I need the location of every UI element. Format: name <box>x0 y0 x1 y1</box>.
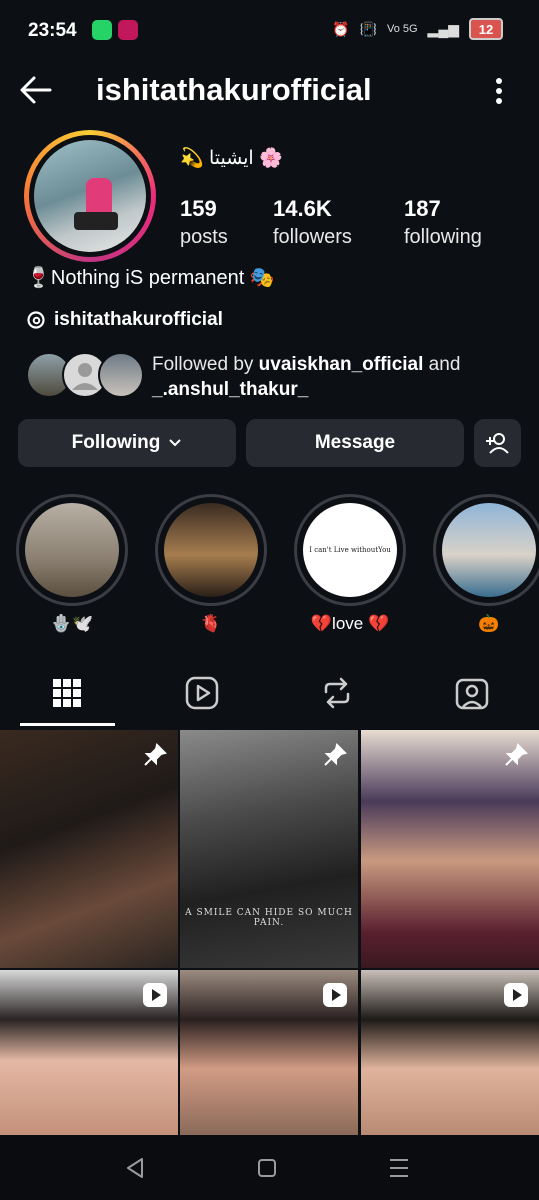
following-label: following <box>404 226 482 248</box>
highlight-cover <box>442 503 536 597</box>
highlight-caption: 💔love 💔 <box>310 614 390 633</box>
story-highlight[interactable]: 🫀 <box>155 494 267 634</box>
status-bar: 23:54 ⏰ 📳 Vo 5G ▂▄▆ 12 <box>0 0 539 62</box>
profile-username: ishitathakurofficial <box>96 72 372 107</box>
posts-count: 159 <box>180 196 217 221</box>
message-button-label: Message <box>314 432 396 453</box>
story-highlight[interactable]: 🪬🕊️ <box>16 494 128 634</box>
highlight-cover: I can't Live withoutYou <box>303 503 397 597</box>
highlight-cover <box>25 503 119 597</box>
app-notification-icon <box>118 20 138 40</box>
posts-stat[interactable]: 159 posts <box>180 196 228 249</box>
profile-avatar[interactable] <box>24 130 156 262</box>
grid-post[interactable] <box>361 730 539 968</box>
story-highlight[interactable]: 🎃 <box>433 494 539 634</box>
system-nav-bar <box>0 1135 539 1200</box>
back-nav-icon[interactable] <box>120 1155 150 1181</box>
profile-tabs <box>0 664 539 726</box>
grid-post[interactable] <box>0 730 178 968</box>
mutual-followers-avatars[interactable] <box>26 352 146 398</box>
more-options-icon[interactable] <box>489 76 509 106</box>
grid-post[interactable] <box>180 970 358 1135</box>
repost-icon <box>324 677 350 709</box>
threads-handle: ishitathakurofficial <box>54 309 223 330</box>
followers-count: 14.6K <box>273 196 332 221</box>
tab-reposts[interactable] <box>270 664 404 722</box>
following-button-label: Following <box>71 432 161 453</box>
display-name: 💫 ایشیتا 🌸 <box>180 148 283 169</box>
profile-header: ishitathakurofficial <box>0 62 539 118</box>
avatar <box>98 352 144 398</box>
signal-icon: ▂▄▆ <box>427 20 459 37</box>
followers-stat[interactable]: 14.6K followers <box>273 196 352 249</box>
highlight-caption: 🪬🕊️ <box>50 614 94 633</box>
story-highlight[interactable]: I can't Live withoutYou 💔love 💔 <box>294 494 406 634</box>
reel-icon <box>504 983 528 1007</box>
add-user-button[interactable] <box>474 419 521 467</box>
following-button[interactable]: Following <box>18 419 236 467</box>
tab-posts-grid[interactable] <box>0 664 134 722</box>
home-nav-icon[interactable] <box>252 1155 282 1181</box>
highlight-caption: 🫀 <box>200 614 222 633</box>
highlight-cover-text: I can't Live withoutYou <box>309 546 391 554</box>
alarm-icon: ⏰ <box>332 20 350 37</box>
add-user-icon <box>485 433 509 454</box>
message-button[interactable]: Message <box>246 419 464 467</box>
following-stat[interactable]: 187 following <box>404 196 482 249</box>
grid-post[interactable]: A SMILE CAN HIDE SO MUCH PAIN. <box>180 730 358 968</box>
followed-by-text[interactable]: Followed by uvaiskhan_official and _.ans… <box>152 352 460 402</box>
tab-reels[interactable] <box>135 664 269 722</box>
network-label: Vo 5G <box>386 23 418 35</box>
reel-icon <box>323 983 347 1007</box>
grid-post[interactable] <box>0 970 178 1135</box>
avatar-photo <box>34 140 146 252</box>
posts-label: posts <box>180 226 228 248</box>
status-time: 23:54 <box>28 20 77 41</box>
grid-post[interactable] <box>361 970 539 1135</box>
threads-icon <box>27 311 45 329</box>
recents-nav-icon[interactable] <box>384 1155 414 1181</box>
followers-label: followers <box>273 226 352 248</box>
active-tab-indicator <box>20 723 115 726</box>
grid-icon <box>53 679 81 707</box>
threads-link[interactable]: ishitathakurofficial <box>26 309 223 331</box>
reel-icon <box>143 983 167 1007</box>
vibrate-icon: 📳 <box>359 20 377 37</box>
whatsapp-icon <box>92 20 112 40</box>
pin-icon <box>144 743 167 766</box>
chevron-down-icon <box>169 439 182 447</box>
tagged-person-icon <box>455 678 489 710</box>
bio-text: 🍷Nothing iS permanent 🎭 <box>26 267 275 289</box>
highlight-caption: 🎃 <box>478 614 500 633</box>
battery-icon: 12 <box>469 18 503 40</box>
pin-icon <box>505 743 528 766</box>
back-arrow-icon[interactable] <box>18 72 54 108</box>
tab-tagged[interactable] <box>405 664 539 722</box>
highlight-cover <box>164 503 258 597</box>
post-caption-overlay: A SMILE CAN HIDE SO MUCH PAIN. <box>185 908 353 928</box>
reels-icon <box>185 676 219 710</box>
following-count: 187 <box>404 196 441 221</box>
pin-icon <box>324 743 347 766</box>
